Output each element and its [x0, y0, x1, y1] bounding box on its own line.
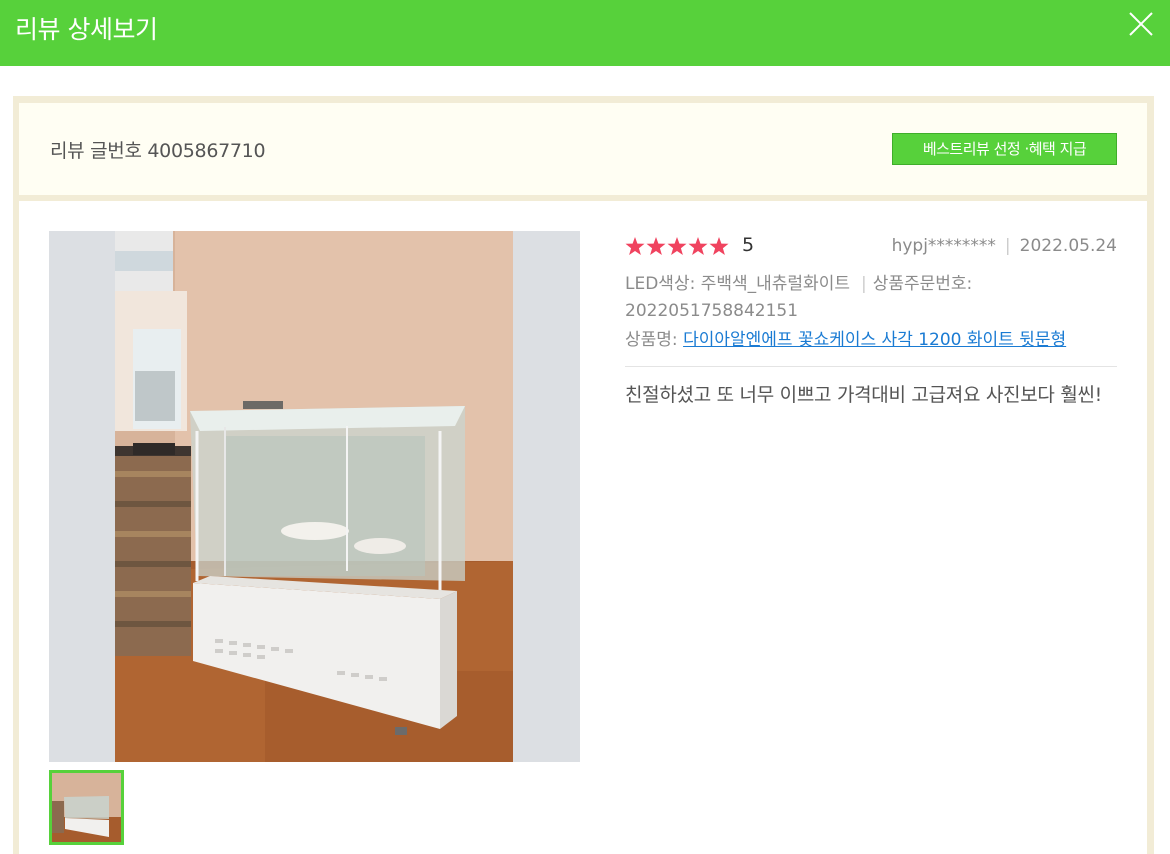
reviewer-meta: hypj******** | 2022.05.24	[892, 236, 1117, 256]
rating-score: 5	[742, 234, 755, 256]
review-notice-bar: 리뷰 글번호 4005867710 베스트리뷰 선정 ·혜택 지급	[19, 103, 1147, 195]
order-number-label: 상품주문번호:	[872, 274, 973, 294]
close-icon[interactable]	[1126, 9, 1156, 39]
star-icon	[625, 237, 645, 255]
option-separator: |	[860, 274, 867, 294]
product-label: 상품명:	[625, 330, 678, 350]
meta-separator: |	[1004, 236, 1011, 256]
photo-thumbnail[interactable]	[49, 770, 124, 845]
review-content: 5 hypj******** | 2022.05.24 LED색상: 주백색_내츄럴…	[19, 201, 1147, 854]
star-icon	[688, 237, 708, 255]
review-body: 친절하셨고 또 너무 이쁘고 가격대비 고급져요 사진보다 훨씬!	[625, 384, 1102, 406]
reviewer-id: hypj********	[891, 236, 996, 256]
rating-row: 5 hypj******** | 2022.05.24	[625, 231, 1117, 263]
review-photo	[49, 231, 580, 762]
star-icon	[646, 237, 666, 255]
product-name-row: 상품명: 다이아알엔에프 꽃쇼케이스 사각 1200 화이트 뒷문형	[625, 325, 1117, 350]
option-value: LED색상: 주백색_내츄럴화이트	[625, 274, 850, 294]
star-icon	[709, 237, 729, 255]
modal-title: 리뷰 상세보기	[15, 15, 158, 44]
order-number: 2022051758842151	[625, 301, 799, 321]
divider	[625, 366, 1117, 367]
product-name-link[interactable]: 다이아알엔에프 꽃쇼케이스 사각 1200 화이트 뒷문형	[683, 330, 1066, 350]
review-number: 리뷰 글번호 4005867710	[50, 140, 266, 162]
star-icon	[667, 237, 687, 255]
review-date: 2022.05.24	[1019, 236, 1117, 256]
star-rating	[625, 236, 731, 258]
modal-header: 리뷰 상세보기	[0, 0, 1170, 66]
product-option: LED색상: 주백색_내츄럴화이트 | 상품주문번호: 20220517588421…	[625, 271, 1117, 325]
best-review-button[interactable]: 베스트리뷰 선정 ·혜택 지급	[892, 133, 1117, 165]
